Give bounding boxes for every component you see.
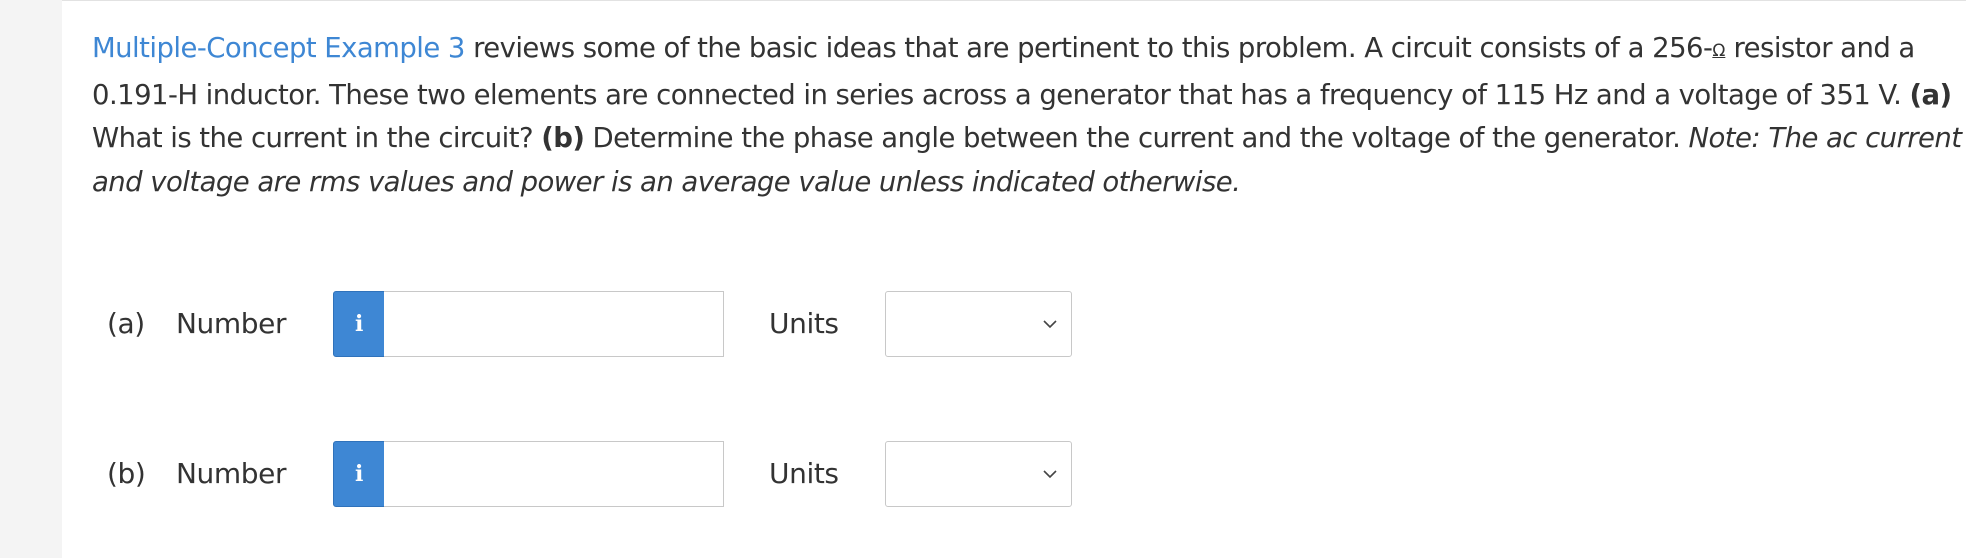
number-label-b: Number [176, 457, 287, 490]
chevron-down-icon [1043, 470, 1057, 479]
part-label-b: (b) [107, 457, 146, 490]
units-label-b: Units [769, 457, 839, 490]
part-a-marker: (a) [1909, 78, 1953, 111]
part-b-marker: (b) [541, 122, 585, 154]
question-text-part1: reviews some of the basic ideas that are… [464, 32, 1713, 64]
number-input-b[interactable] [384, 441, 724, 507]
part-a-question: What is the current in the circuit? [92, 122, 542, 154]
number-input-a[interactable] [384, 291, 724, 357]
units-select-a[interactable] [885, 291, 1072, 357]
part-b-question: Determine the phase angle between the cu… [584, 122, 1689, 154]
ohm-symbol: Ω [1712, 41, 1726, 61]
part-label-a: (a) [107, 307, 145, 340]
units-label-a: Units [769, 307, 839, 340]
question-panel: Multiple-Concept Example 3 reviews some … [62, 0, 1966, 558]
chevron-down-icon [1043, 320, 1057, 329]
info-icon[interactable]: i [333, 291, 385, 357]
number-label-a: Number [176, 307, 287, 340]
question-text: Multiple-Concept Example 3 reviews some … [92, 27, 1962, 204]
example-link[interactable]: Multiple-Concept Example 3 [92, 32, 465, 64]
info-icon[interactable]: i [333, 441, 385, 507]
units-select-b[interactable] [885, 441, 1072, 507]
